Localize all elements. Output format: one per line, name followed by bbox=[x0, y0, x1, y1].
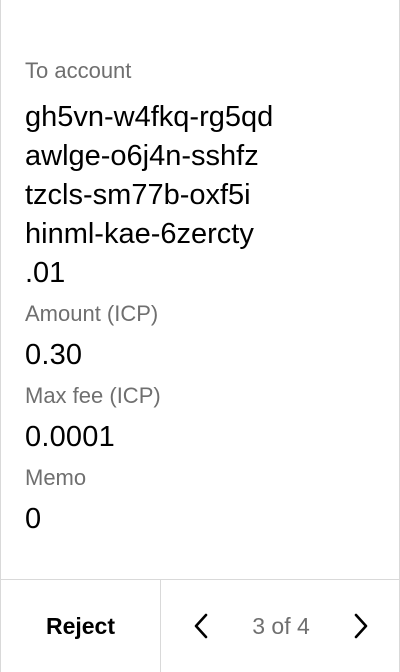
to-account-value: gh5vn-w4fkq-rg5qd awlge-o6j4n-sshfz tzcl… bbox=[25, 98, 375, 293]
amount-value: 0.30 bbox=[25, 339, 83, 371]
max-fee-value: 0.0001 bbox=[25, 421, 115, 453]
to-account-label: To account bbox=[25, 58, 132, 83]
previous-page-button[interactable] bbox=[189, 606, 213, 646]
next-page-button[interactable] bbox=[349, 606, 373, 646]
page-indicator: 3 of 4 bbox=[252, 612, 310, 639]
amount-label: Amount (ICP) bbox=[25, 301, 159, 326]
chevron-right-icon bbox=[354, 613, 368, 639]
chevron-left-icon bbox=[194, 613, 208, 639]
memo-field: Memo 0 bbox=[25, 463, 375, 539]
memo-value: 0 bbox=[25, 503, 42, 535]
to-account-line: awlge-o6j4n-sshfz bbox=[25, 140, 259, 172]
to-account-line: tzcls-sm77b-oxf5i bbox=[25, 179, 251, 211]
to-account-line: .01 bbox=[25, 257, 66, 289]
to-account-line: gh5vn-w4fkq-rg5qd bbox=[25, 101, 274, 133]
memo-label: Memo bbox=[25, 465, 87, 490]
reject-button[interactable]: Reject bbox=[1, 580, 161, 672]
max-fee-label: Max fee (ICP) bbox=[25, 383, 161, 408]
action-footer: Reject 3 of 4 bbox=[1, 579, 400, 672]
amount-field: Amount (ICP) 0.30 bbox=[25, 299, 375, 375]
to-account-line: hinml-kae-6zercty bbox=[25, 218, 254, 250]
transaction-details: To account gh5vn-w4fkq-rg5qd awlge-o6j4n… bbox=[25, 56, 375, 539]
page-navigation: 3 of 4 bbox=[161, 580, 400, 672]
review-screen: To account gh5vn-w4fkq-rg5qd awlge-o6j4n… bbox=[0, 0, 400, 672]
max-fee-field: Max fee (ICP) 0.0001 bbox=[25, 381, 375, 457]
